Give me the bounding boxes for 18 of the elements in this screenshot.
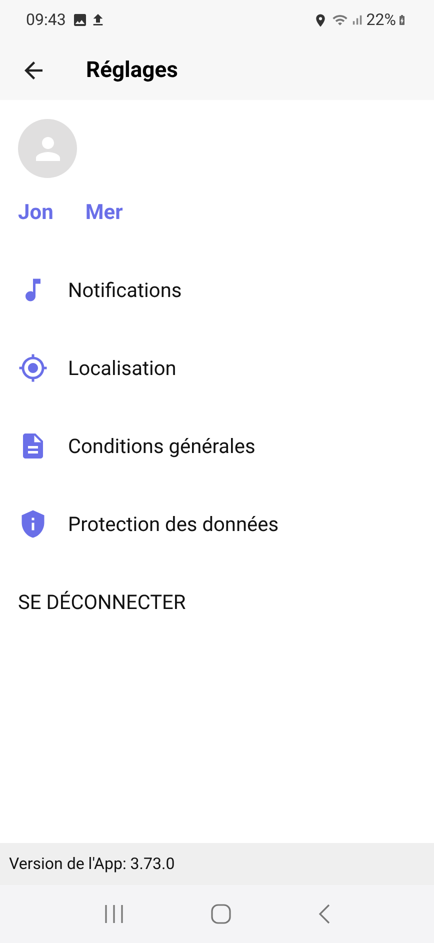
page-title: Réglages: [86, 56, 178, 84]
app-version: Version de l'App: 3.73.0: [9, 853, 175, 875]
battery-percent: 22%: [366, 9, 396, 31]
back-nav-icon[interactable]: [318, 904, 330, 924]
image-icon: [72, 12, 88, 28]
first-name: Jon: [18, 200, 54, 228]
home-icon[interactable]: [210, 904, 231, 924]
menu-item[interactable]: Notifications: [18, 251, 416, 329]
menu-item[interactable]: Localisation: [18, 329, 416, 407]
status-time: 09:43: [26, 9, 66, 31]
signal-icon: [350, 13, 364, 27]
recent-apps-icon[interactable]: [104, 905, 124, 923]
menu-item[interactable]: Conditions générales: [18, 407, 416, 485]
wifi-icon: [332, 12, 348, 28]
logout-button[interactable]: SE DÉCONNECTER: [18, 563, 416, 641]
crosshair-icon: [18, 353, 48, 383]
last-name: Mer: [85, 200, 123, 228]
menu-item[interactable]: Protection des données: [18, 485, 416, 563]
